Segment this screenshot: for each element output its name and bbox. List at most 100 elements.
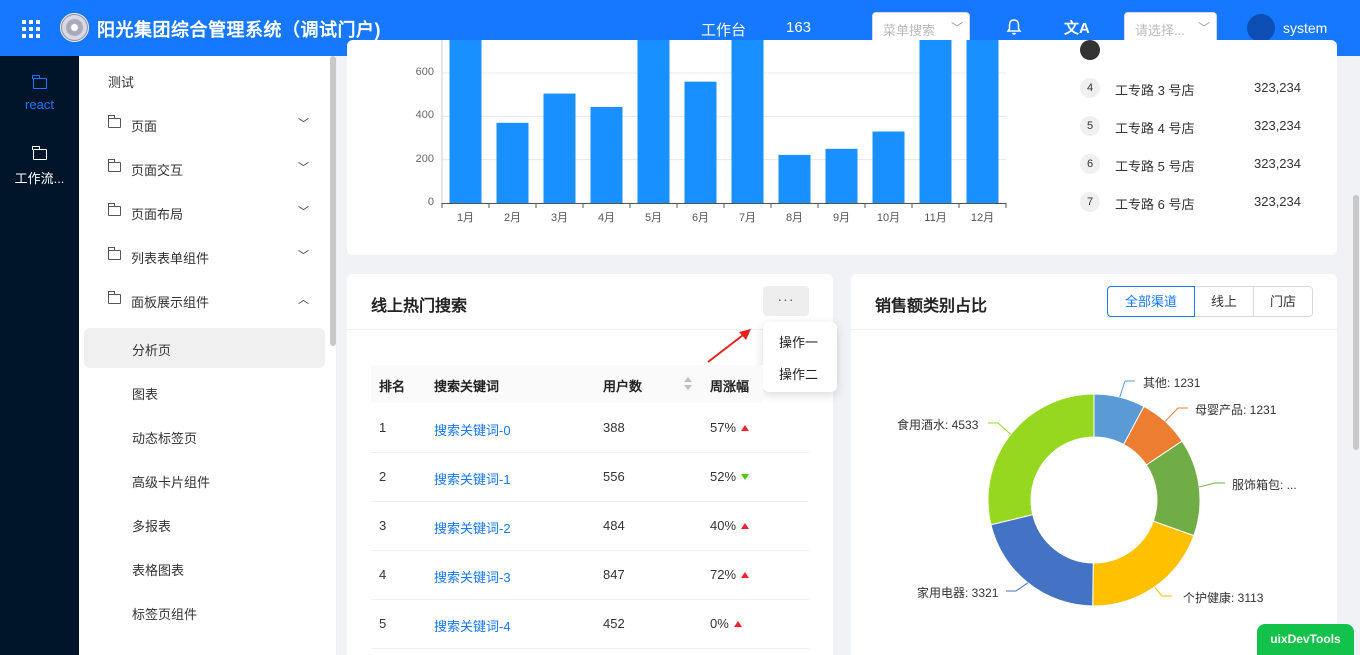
bar-4月[interactable] (590, 107, 623, 203)
tab-store[interactable]: 门店 (1253, 286, 1313, 317)
tab-all-channels[interactable]: 全部渠道 (1107, 286, 1195, 317)
change-value: 72% (710, 567, 737, 582)
leader-line (988, 422, 1012, 435)
menu-item-label: 高级卡片组件 (132, 475, 211, 490)
menu-item-page-interaction[interactable]: 页面交互 ﹀ (79, 148, 329, 188)
workspace-link[interactable]: 工作台 (701, 19, 746, 40)
cell-keyword-link[interactable]: 搜索关键词-4 (434, 616, 511, 635)
sidebar-menu: 测试 页面 ﹀ 页面交互 ﹀ 页面布局 ﹀ 列表表单组件 ﹀ 面板展示组件 ︿ … (79, 56, 337, 655)
col-weekly-change[interactable]: 周涨幅 (710, 376, 749, 395)
page-scrollbar[interactable] (1353, 195, 1359, 450)
cell-keyword-link[interactable]: 搜索关键词-3 (434, 567, 511, 586)
change-value: 52% (710, 469, 737, 484)
menu-item-panel-display[interactable]: 面板展示组件 ︿ (79, 280, 329, 320)
row-divider (371, 550, 809, 551)
bar-10月[interactable] (872, 131, 905, 204)
menu-item-label: 图表 (132, 387, 159, 402)
menu-item-dynamic-tabs[interactable]: 动态标签页 (79, 416, 329, 456)
col-users[interactable]: 用户数 (603, 376, 642, 395)
bar-9月[interactable] (825, 148, 858, 203)
rail-item-react[interactable]: react (0, 75, 79, 112)
x-tick-label: 2月 (503, 212, 522, 224)
y-tick-label: 200 (415, 152, 434, 165)
menu-item-label: 表格图表 (132, 563, 185, 578)
apps-grid-icon[interactable] (20, 18, 40, 38)
folder-icon (107, 159, 121, 172)
change-value: 57% (710, 420, 737, 435)
rank-badge-partial (1080, 40, 1100, 60)
rank-number: 5 (1080, 116, 1100, 136)
col-rank[interactable]: 排名 (379, 376, 405, 395)
count-link[interactable]: 163 (786, 19, 811, 36)
folder-icon (107, 203, 121, 216)
menu-item-pages[interactable]: 页面 ﹀ (79, 104, 329, 144)
donut-slice[interactable] (987, 393, 1095, 526)
change-value: 40% (710, 518, 737, 533)
menu-item-label: 分析页 (132, 343, 172, 358)
bar-5月[interactable] (637, 40, 670, 203)
avatar[interactable] (1247, 14, 1275, 42)
app-rail: react 工作流... (0, 56, 79, 655)
row-divider (371, 599, 809, 600)
more-options-button[interactable]: ··· (763, 286, 809, 316)
slice-label: 家用电器: 3321 (917, 586, 999, 600)
rail-item-label: 工作流... (14, 171, 65, 186)
sidebar-scrollbar[interactable] (330, 56, 336, 346)
rank-name: 工专路 3 号店 (1115, 83, 1195, 98)
menu-item-multi-report[interactable]: 多报表 (79, 504, 329, 544)
slice-label: 服饰箱包: ... (1232, 478, 1297, 492)
menu-item-page-layout[interactable]: 页面布局 ﹀ (79, 192, 329, 232)
rank-name: 工专路 6 号店 (1115, 197, 1195, 212)
dropdown-item-action-1[interactable]: 操作一 (779, 332, 818, 351)
leader-line (1164, 407, 1188, 422)
hot-search-title: 线上热门搜索 (371, 298, 468, 315)
bar-3月[interactable] (543, 93, 576, 203)
slice-label: 个护健康: 3113 (1183, 591, 1264, 605)
dropdown-item-action-2[interactable]: 操作二 (779, 364, 818, 383)
cell-rank: 1 (379, 420, 387, 435)
folder-icon (32, 146, 47, 160)
donut-slice[interactable] (990, 514, 1094, 607)
bar-2月[interactable] (496, 122, 529, 203)
rail-item-workflow[interactable]: 工作流... (0, 146, 79, 187)
col-keyword[interactable]: 搜索关键词 (434, 376, 499, 395)
menu-item-label: 面板展示组件 (131, 295, 210, 310)
slice-label: 食用酒水: 4533 (897, 418, 979, 432)
sort-icon[interactable] (683, 377, 693, 391)
menu-item-table-chart[interactable]: 表格图表 (79, 548, 329, 588)
chevron-down-icon: ﹀ (298, 118, 309, 130)
menu-item-advanced-card[interactable]: 高级卡片组件 (79, 460, 329, 500)
menu-item-charts[interactable]: 图表 (79, 372, 329, 412)
cell-keyword-link[interactable]: 搜索关键词-1 (434, 469, 511, 488)
menu-item-analysis[interactable]: 分析页 (84, 328, 325, 368)
trend-up-icon (741, 523, 750, 529)
bar-11月[interactable] (919, 40, 952, 203)
cell-change: 57% (710, 420, 750, 435)
leader-line (1154, 586, 1172, 597)
menu-item-test[interactable]: 测试 (79, 60, 329, 100)
x-tick-label: 4月 (597, 212, 616, 224)
bell-icon[interactable] (1006, 18, 1022, 36)
bar-8月[interactable] (778, 154, 811, 203)
menu-item-label: 页面交互 (131, 163, 184, 178)
menu-item-list-form[interactable]: 列表表单组件 ﹀ (79, 236, 329, 276)
menu-item-label: 列表表单组件 (131, 251, 210, 266)
donut-slice[interactable] (1092, 520, 1195, 607)
rail-item-label: react (25, 97, 54, 112)
bar-7月[interactable] (731, 40, 764, 203)
menu-item-tabs-component[interactable]: 标签页组件 (79, 592, 329, 632)
bar-12月[interactable] (966, 40, 999, 203)
chevron-down-icon: ﹀ (298, 250, 309, 262)
y-tick-label: 0 (427, 196, 434, 208)
bar-1月[interactable] (449, 40, 482, 203)
y-tick-label: 400 (415, 109, 434, 122)
leader-line (1006, 582, 1029, 592)
bar-6月[interactable] (684, 81, 717, 203)
cell-keyword-link[interactable]: 搜索关键词-2 (434, 518, 511, 537)
user-name[interactable]: system (1283, 20, 1327, 36)
translate-icon[interactable]: 文A (1064, 17, 1090, 38)
tab-online[interactable]: 线上 (1194, 286, 1254, 317)
cell-keyword-link[interactable]: 搜索关键词-0 (434, 420, 511, 439)
dev-tools-button[interactable]: uixDevTools (1257, 624, 1354, 655)
x-tick-label: 9月 (832, 212, 851, 224)
